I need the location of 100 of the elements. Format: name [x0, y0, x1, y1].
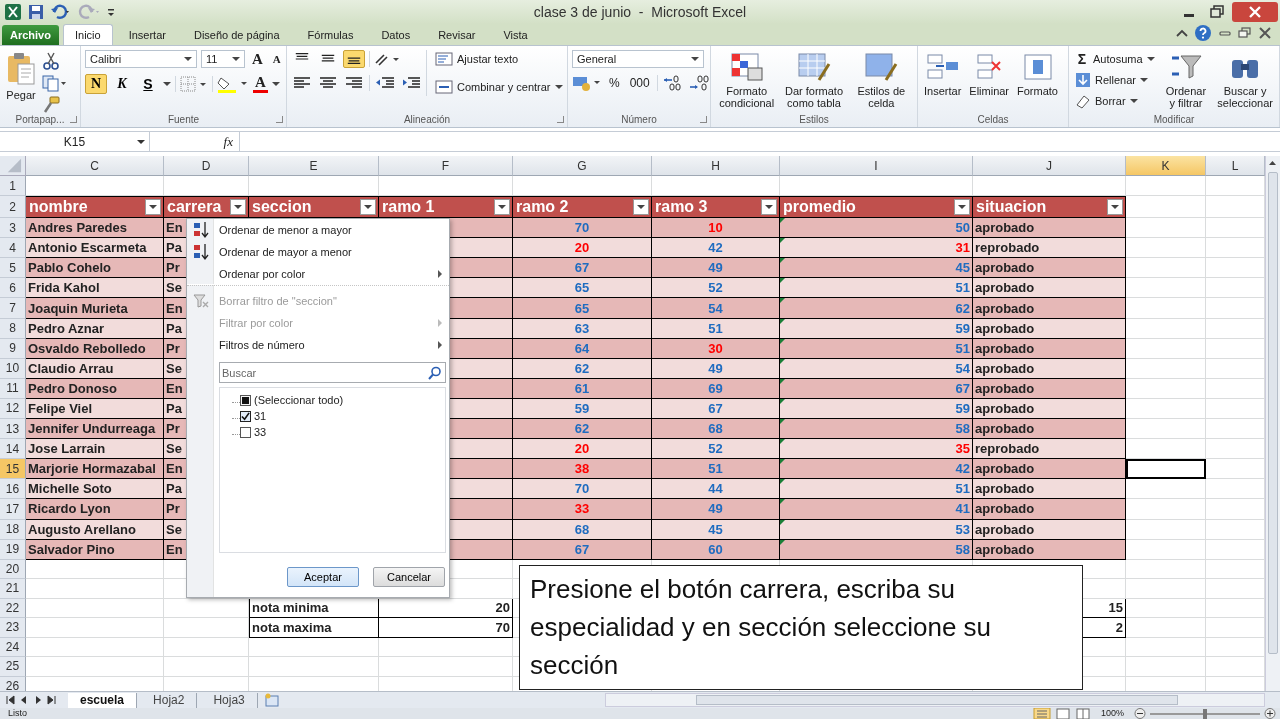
zoom-in-icon[interactable] [1264, 708, 1276, 719]
column-header[interactable]: G [513, 156, 652, 176]
row-header[interactable]: 19 [0, 539, 26, 560]
close-icon[interactable] [1258, 27, 1272, 39]
row-header[interactable]: 3 [0, 218, 26, 239]
checkbox[interactable] [240, 426, 251, 438]
fill-button[interactable]: Rellenar [1073, 71, 1157, 89]
page-break-icon[interactable] [1074, 708, 1091, 719]
row-header[interactable]: 1 [0, 176, 26, 197]
copy-icon[interactable] [42, 74, 68, 92]
column-header[interactable]: C [26, 156, 164, 176]
bold-button[interactable]: N [85, 74, 107, 94]
row-header[interactable]: 21 [0, 579, 26, 599]
filter-button[interactable] [633, 199, 649, 216]
cancel-button[interactable]: Cancelar [373, 567, 445, 587]
row-header[interactable]: 12 [0, 398, 26, 420]
row-header[interactable]: 9 [0, 338, 26, 359]
zoom-out-icon[interactable] [1134, 708, 1146, 719]
row-header[interactable]: 15 [0, 459, 26, 480]
ribbon-tab[interactable]: Diseño de página [181, 24, 292, 45]
text-orientation-icon[interactable] [374, 51, 400, 67]
format-as-table-button[interactable]: Dar formato como tabla [782, 50, 846, 111]
delete-cells-button[interactable]: Eliminar [967, 50, 1012, 99]
column-header[interactable]: K [1126, 156, 1206, 176]
selected-cell[interactable] [1126, 459, 1206, 480]
ribbon-tab[interactable]: Inicio [62, 24, 113, 45]
collapse-ribbon-icon[interactable] [1176, 28, 1188, 38]
ribbon-tab[interactable]: Insertar [116, 24, 178, 45]
save-icon[interactable] [28, 4, 44, 20]
sheet-tab[interactable]: Hoja3 [201, 692, 258, 708]
filter-button[interactable] [360, 199, 376, 216]
row-header[interactable]: 8 [0, 318, 26, 339]
row-header[interactable]: 10 [0, 358, 26, 379]
insert-function-button[interactable]: fx [150, 132, 240, 151]
filter-button[interactable] [1107, 199, 1123, 216]
grow-font-button[interactable]: A [249, 50, 266, 68]
sheet-tab[interactable]: Hoja2 [141, 692, 198, 708]
help-icon[interactable] [1194, 24, 1212, 42]
row-header[interactable]: 6 [0, 278, 26, 299]
zoom-slider-thumb[interactable] [1203, 708, 1207, 719]
wrap-text-button[interactable]: Ajustar texto [433, 50, 565, 68]
filter-button[interactable] [145, 199, 161, 216]
insert-cells-button[interactable]: Insertar [922, 50, 964, 99]
underline-button[interactable]: S [137, 74, 159, 94]
vertical-align-icon[interactable] [343, 50, 365, 68]
vertical-scrollbar[interactable] [1265, 156, 1280, 691]
dialog-launcher-icon[interactable] [70, 116, 77, 123]
restore-icon[interactable] [1238, 27, 1252, 39]
sheet-tab[interactable]: escuela [68, 692, 138, 708]
caret-icon[interactable] [163, 81, 171, 87]
row-header[interactable]: 20 [0, 559, 26, 580]
paste-button[interactable]: Pegar [4, 50, 38, 103]
font-family-dropdown[interactable]: Calibri [85, 50, 197, 68]
find-select-button[interactable]: Buscar y seleccionar [1215, 50, 1275, 111]
column-header[interactable]: F [379, 156, 513, 176]
row-header[interactable]: 23 [0, 618, 26, 638]
caret-icon[interactable] [271, 81, 280, 87]
name-box[interactable]: K15 [0, 132, 150, 151]
row-header[interactable]: 11 [0, 378, 26, 399]
clear-button[interactable]: Borrar [1073, 92, 1157, 110]
column-header[interactable]: I [780, 156, 973, 176]
row-header[interactable]: 13 [0, 419, 26, 440]
ribbon-tab[interactable]: Fórmulas [295, 24, 366, 45]
italic-button[interactable]: K [111, 74, 133, 94]
row-header[interactable]: 18 [0, 519, 26, 540]
column-header[interactable]: L [1206, 156, 1265, 176]
dialog-launcher-icon[interactable] [700, 116, 707, 123]
row-header[interactable]: 16 [0, 479, 26, 500]
checkbox-label[interactable]: (Seleccionar todo) [254, 394, 344, 406]
sort-filter-button[interactable]: Ordenar y filtrar [1160, 50, 1212, 111]
filter-button[interactable] [230, 199, 246, 216]
decrease-decimal-icon[interactable] [687, 74, 710, 92]
percent-button[interactable]: % [606, 76, 623, 90]
borders-icon[interactable] [180, 76, 208, 92]
ribbon-tab[interactable]: Vista [491, 24, 540, 45]
ribbon-tab[interactable]: Datos [369, 24, 423, 45]
menu-item[interactable]: Ordenar por color [187, 263, 449, 286]
file-tab[interactable]: Archivo [2, 25, 59, 45]
row-header[interactable]: 2 [0, 196, 26, 219]
shrink-font-button[interactable]: A [269, 53, 284, 65]
fill-color-icon[interactable] [217, 75, 249, 93]
thousands-button[interactable]: 000 [626, 76, 653, 90]
ok-button[interactable]: Aceptar [287, 567, 359, 587]
autosum-button[interactable]: Σ Autosuma [1073, 50, 1157, 68]
close-icon[interactable] [1232, 2, 1278, 22]
row-header[interactable]: 5 [0, 258, 26, 279]
row-header[interactable]: 24 [0, 637, 26, 658]
filter-button[interactable] [761, 199, 777, 216]
row-header[interactable]: 25 [0, 657, 26, 677]
brush-icon[interactable] [42, 96, 60, 114]
conditional-format-button[interactable]: Formato condicional [715, 50, 779, 111]
row-header[interactable]: 22 [0, 598, 26, 619]
number-format-dropdown[interactable]: General [572, 50, 704, 68]
scissors-icon[interactable] [42, 52, 60, 70]
column-header[interactable]: J [973, 156, 1126, 176]
checkbox[interactable] [240, 394, 251, 406]
increase-decimal-icon[interactable] [661, 74, 684, 92]
horizontal-scrollbar[interactable] [605, 693, 1265, 707]
font-color-button[interactable]: A [253, 75, 268, 93]
column-header[interactable]: H [652, 156, 780, 176]
